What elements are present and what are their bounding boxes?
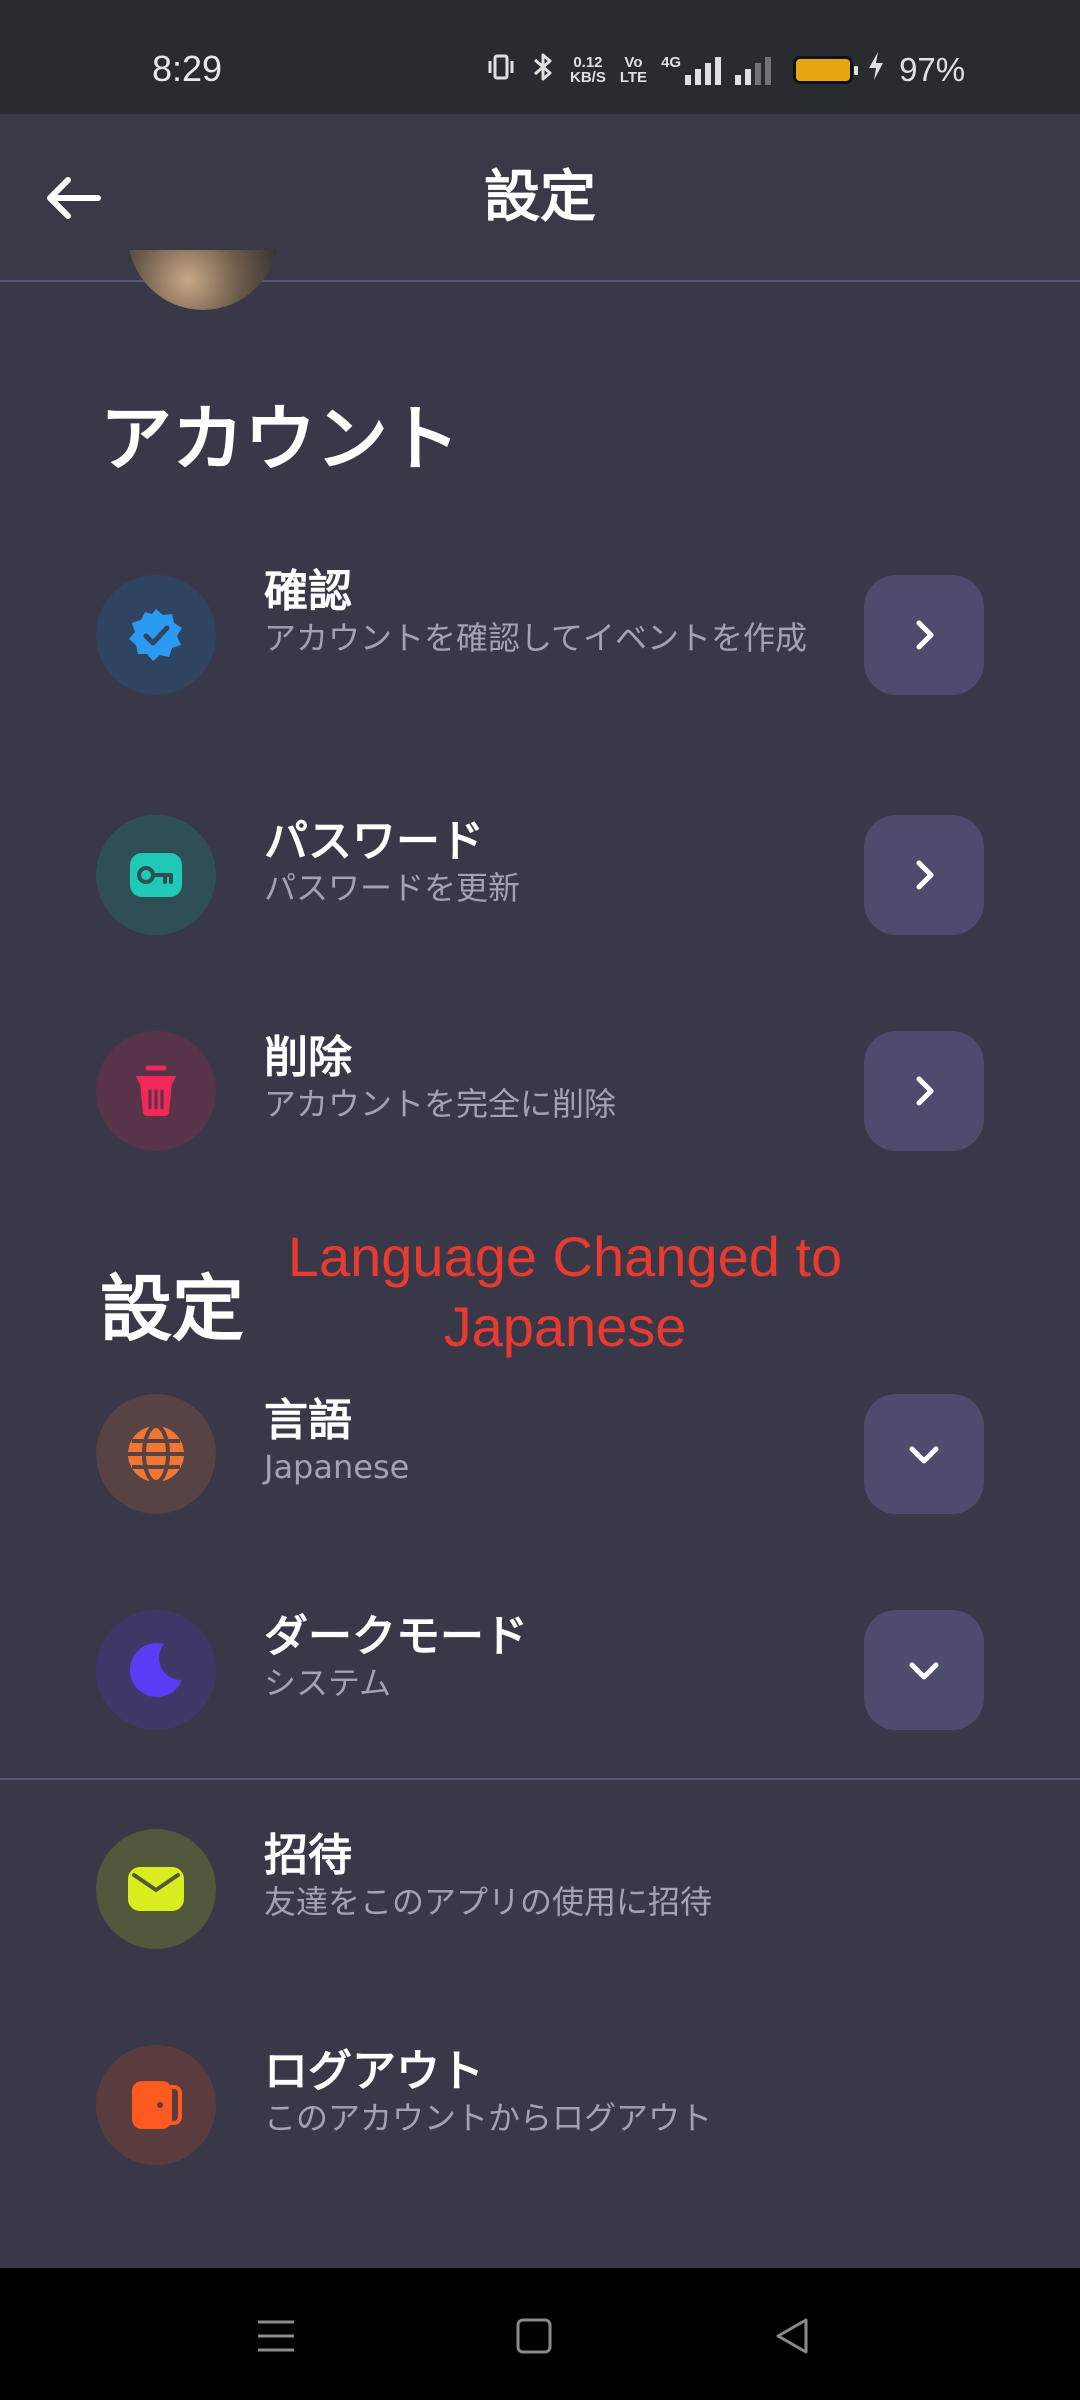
settings-section-title: 設定 <box>100 1267 245 1351</box>
signal-icon-2 <box>735 55 772 85</box>
status-time: 8:29 <box>152 48 223 89</box>
volte-indicator: Vo LTE <box>620 55 647 85</box>
dark-mode-title: ダークモード <box>264 1611 528 1662</box>
battery-percent: 97% <box>899 51 966 88</box>
password-open-button[interactable] <box>864 815 984 935</box>
verify-subtitle: アカウントを確認してイベントを作成 <box>264 619 808 657</box>
verify-open-button[interactable] <box>864 575 984 695</box>
delete-title: 削除 <box>264 1032 352 1083</box>
section-divider <box>0 1778 1080 1780</box>
home-button[interactable] <box>504 2306 564 2366</box>
language-value: Japanese <box>264 1448 410 1486</box>
invite-row[interactable]: 招待 友達をこのアプリの使用に招待 <box>0 1829 1080 1949</box>
dark-mode-dropdown-button[interactable] <box>864 1610 984 1730</box>
delete-open-button[interactable] <box>864 1031 984 1151</box>
language-changed-annotation: Language Changed to Japanese <box>287 1225 843 1358</box>
logout-title: ログアウト <box>264 2046 484 2097</box>
net-speed-value: 0.12 <box>573 54 603 71</box>
chevron-right-icon <box>916 620 934 650</box>
language-title: 言語 <box>264 1395 352 1446</box>
menu-icon <box>258 2320 294 2352</box>
globe-icon <box>96 1394 216 1514</box>
network-4g: 4G <box>661 54 722 85</box>
status-bar: 8:29 0.12 KB/S Vo LTE 4G 97% <box>0 0 1080 114</box>
volte-top: Vo <box>624 54 643 71</box>
dark-mode-row[interactable]: ダークモード システム <box>0 1610 1080 1730</box>
page-title: 設定 <box>484 165 596 230</box>
signal-icon-1 <box>685 55 722 85</box>
invite-title: 招待 <box>264 1830 352 1881</box>
language-row[interactable]: 言語 Japanese <box>0 1394 1080 1514</box>
verify-title: 確認 <box>264 566 352 617</box>
logout-row[interactable]: ログアウト このアカウントからログアウト <box>0 2045 1080 2165</box>
dark-mode-value: システム <box>264 1664 392 1702</box>
navigation-bar <box>0 2268 1080 2400</box>
bluetooth-icon <box>530 51 556 89</box>
logout-subtitle: このアカウントからログアウト <box>264 2099 713 2137</box>
password-title: パスワード <box>264 816 484 867</box>
verified-badge-icon <box>96 575 216 695</box>
battery-icon <box>793 56 859 84</box>
password-subtitle: パスワードを更新 <box>264 869 521 907</box>
status-icons: 0.12 KB/S Vo LTE 4G 97% <box>486 46 965 94</box>
envelope-icon <box>96 1829 216 1949</box>
net-speed-unit: KB/S <box>570 69 606 86</box>
vibrate-icon <box>486 52 516 88</box>
volte-bottom: LTE <box>619 69 648 86</box>
password-row[interactable]: パスワード パスワードを更新 <box>0 815 1080 935</box>
logout-icon <box>96 2045 216 2165</box>
chevron-down-icon <box>909 1446 939 1464</box>
network-type: 4G <box>661 54 682 71</box>
square-home-icon <box>516 2318 552 2354</box>
trash-icon <box>96 1031 216 1151</box>
net-speed: 0.12 KB/S <box>570 55 606 85</box>
charging-icon <box>867 51 885 89</box>
invite-subtitle: 友達をこのアプリの使用に招待 <box>264 1883 713 1921</box>
nav-back-button[interactable] <box>762 2306 822 2366</box>
avatar[interactable] <box>128 250 278 310</box>
delete-subtitle: アカウントを完全に削除 <box>264 1085 617 1123</box>
key-icon <box>96 815 216 935</box>
moon-icon <box>96 1610 216 1730</box>
menu-button[interactable] <box>246 2306 306 2366</box>
language-dropdown-button[interactable] <box>864 1394 984 1514</box>
delete-row[interactable]: 削除 アカウントを完全に削除 <box>0 1031 1080 1151</box>
verify-row[interactable]: 確認 アカウントを確認してイベントを作成 <box>0 566 1080 695</box>
chevron-down-icon <box>909 1662 939 1680</box>
chevron-right-icon <box>916 1076 934 1106</box>
account-section-title: アカウント <box>100 397 461 481</box>
triangle-back-icon <box>776 2318 808 2354</box>
chevron-right-icon <box>916 860 934 890</box>
